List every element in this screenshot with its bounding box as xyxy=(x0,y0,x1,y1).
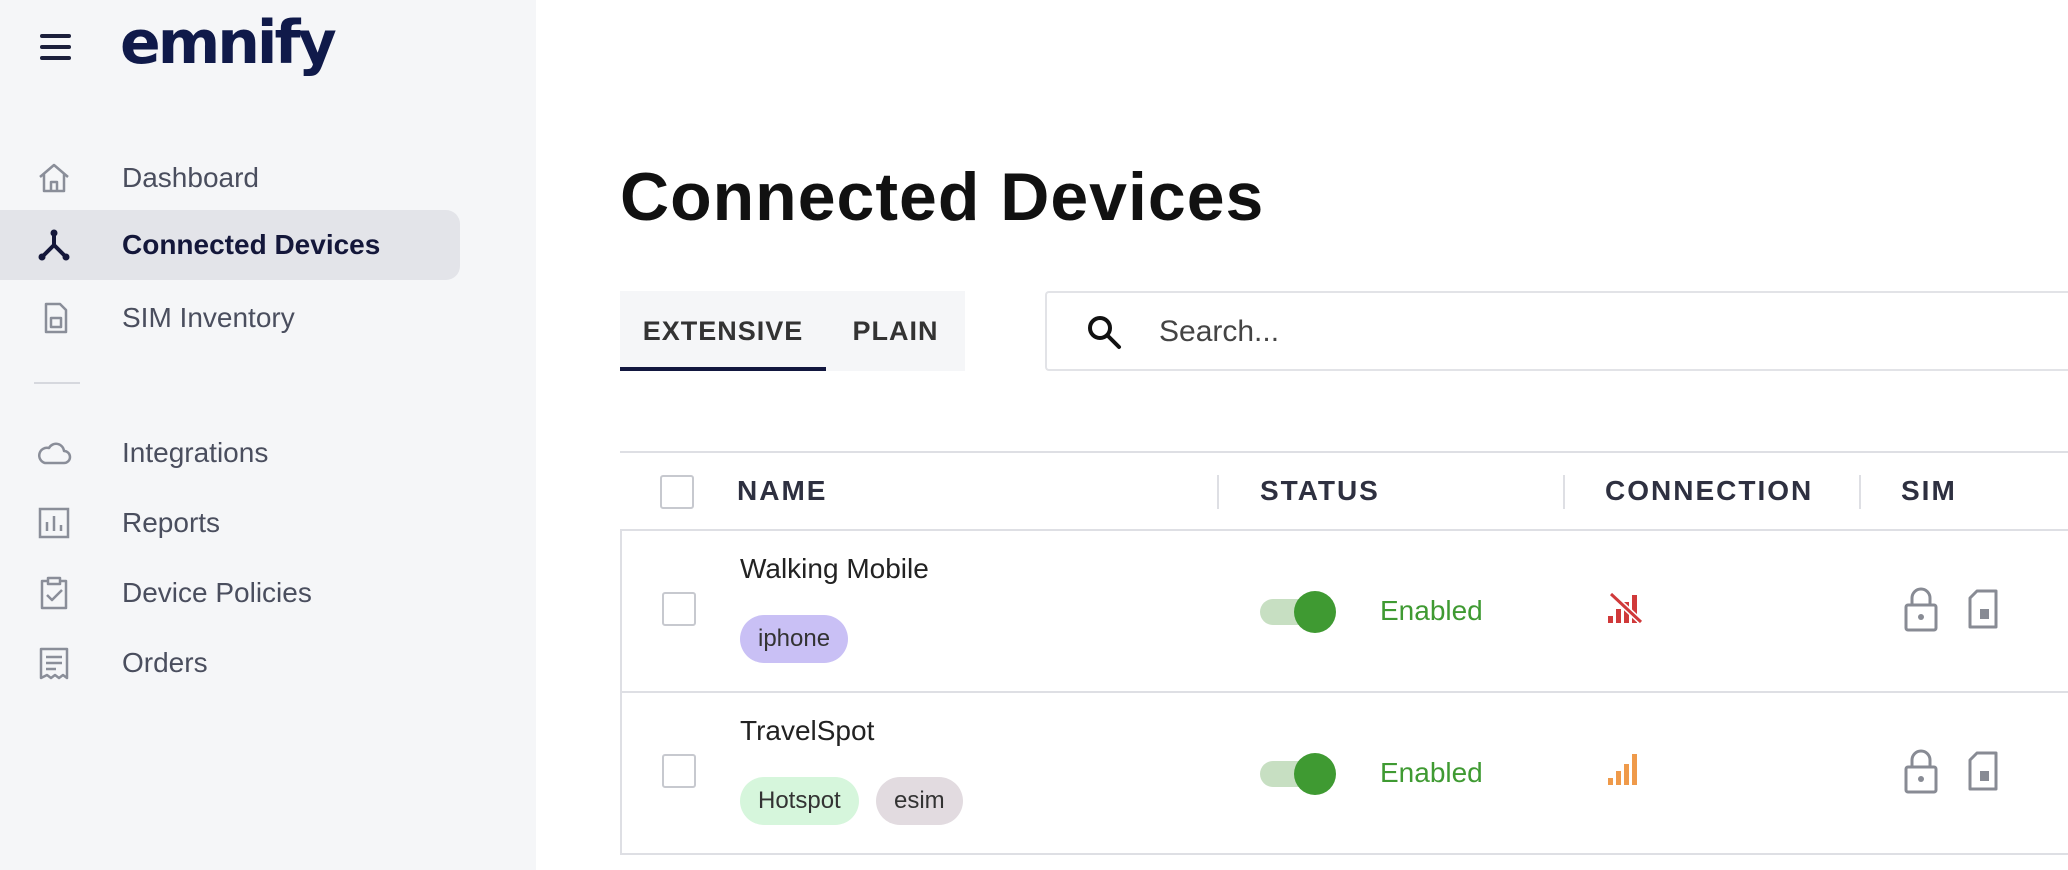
status-text: Enabled xyxy=(1380,757,1483,788)
sim-card-icon[interactable] xyxy=(1967,589,1999,629)
menu-icon[interactable] xyxy=(40,34,71,60)
lock-icon[interactable] xyxy=(1903,747,1939,795)
column-divider xyxy=(1217,475,1219,509)
column-header-connection[interactable]: CONNECTION xyxy=(1605,475,1813,507)
column-header-status[interactable]: STATUS xyxy=(1260,475,1380,507)
device-name[interactable]: TravelSpot xyxy=(740,715,874,747)
sidebar-item-label: Integrations xyxy=(122,437,269,468)
sidebar-divider xyxy=(34,382,80,384)
sidebar-item-dashboard[interactable]: Dashboard xyxy=(0,143,460,213)
sidebar-item-label: SIM Inventory xyxy=(122,302,295,333)
sim-card-icon[interactable] xyxy=(1967,751,1999,791)
lock-icon[interactable] xyxy=(1903,585,1939,633)
tab-extensive[interactable]: EXTENSIVE xyxy=(620,291,826,371)
view-tabs: EXTENSIVE PLAIN xyxy=(620,291,965,371)
row-checkbox[interactable] xyxy=(662,592,696,626)
page-title: Connected Devices xyxy=(620,159,1265,235)
sidebar-item-label: Reports xyxy=(122,507,221,538)
device-tag: Hotspot xyxy=(740,777,859,825)
column-header-sim[interactable]: SIM xyxy=(1901,475,1957,507)
sidebar-item-label: Dashboard xyxy=(122,162,259,193)
status-text: Enabled xyxy=(1380,595,1483,626)
sidebar-item-label: Connected Devices xyxy=(122,229,381,260)
table-row[interactable]: TravelSpot Hotspot esim Enabled xyxy=(620,693,2068,855)
column-divider xyxy=(1563,475,1565,509)
no-signal-icon xyxy=(1608,591,1644,625)
sidebar-item-integrations[interactable]: Integrations xyxy=(0,418,460,488)
clipboard-check-icon xyxy=(40,576,68,610)
search-box xyxy=(1045,291,2068,371)
device-tag: esim xyxy=(876,777,963,825)
home-icon xyxy=(39,163,69,193)
tab-plain[interactable]: PLAIN xyxy=(826,291,965,371)
bar-chart-icon xyxy=(38,507,70,539)
sidebar-item-sim-inventory[interactable]: SIM Inventory xyxy=(0,283,460,353)
sidebar-item-device-policies[interactable]: Device Policies xyxy=(0,558,460,628)
device-tag: iphone xyxy=(740,615,849,663)
network-icon xyxy=(38,229,70,261)
sidebar-item-connected-devices[interactable]: Connected Devices xyxy=(0,210,460,280)
table-header: NAME STATUS CONNECTION SIM xyxy=(620,451,2068,531)
sidebar-item-orders[interactable]: Orders xyxy=(0,628,460,698)
app-logo[interactable]: emnify xyxy=(120,8,337,78)
sidebar-item-label: Device Policies xyxy=(122,577,312,608)
receipt-icon xyxy=(39,647,69,680)
row-checkbox[interactable] xyxy=(662,754,696,788)
search-input[interactable] xyxy=(1159,311,2059,353)
status-toggle[interactable] xyxy=(1260,591,1336,633)
column-divider xyxy=(1859,475,1861,509)
column-header-name[interactable]: NAME xyxy=(737,475,827,507)
device-name[interactable]: Walking Mobile xyxy=(740,553,929,585)
sim-card-icon xyxy=(44,302,68,334)
signal-icon xyxy=(1608,754,1637,785)
sidebar-item-label: Orders xyxy=(122,647,208,678)
cloud-icon xyxy=(38,442,72,465)
sidebar: emnify Dashboard Connected Devices SIM I… xyxy=(0,0,536,870)
status-toggle[interactable] xyxy=(1260,753,1336,795)
sidebar-item-reports[interactable]: Reports xyxy=(0,488,460,558)
table-row[interactable]: Walking Mobile iphone Enabled xyxy=(620,531,2068,693)
select-all-checkbox[interactable] xyxy=(660,475,694,509)
search-icon[interactable] xyxy=(1085,313,1123,351)
